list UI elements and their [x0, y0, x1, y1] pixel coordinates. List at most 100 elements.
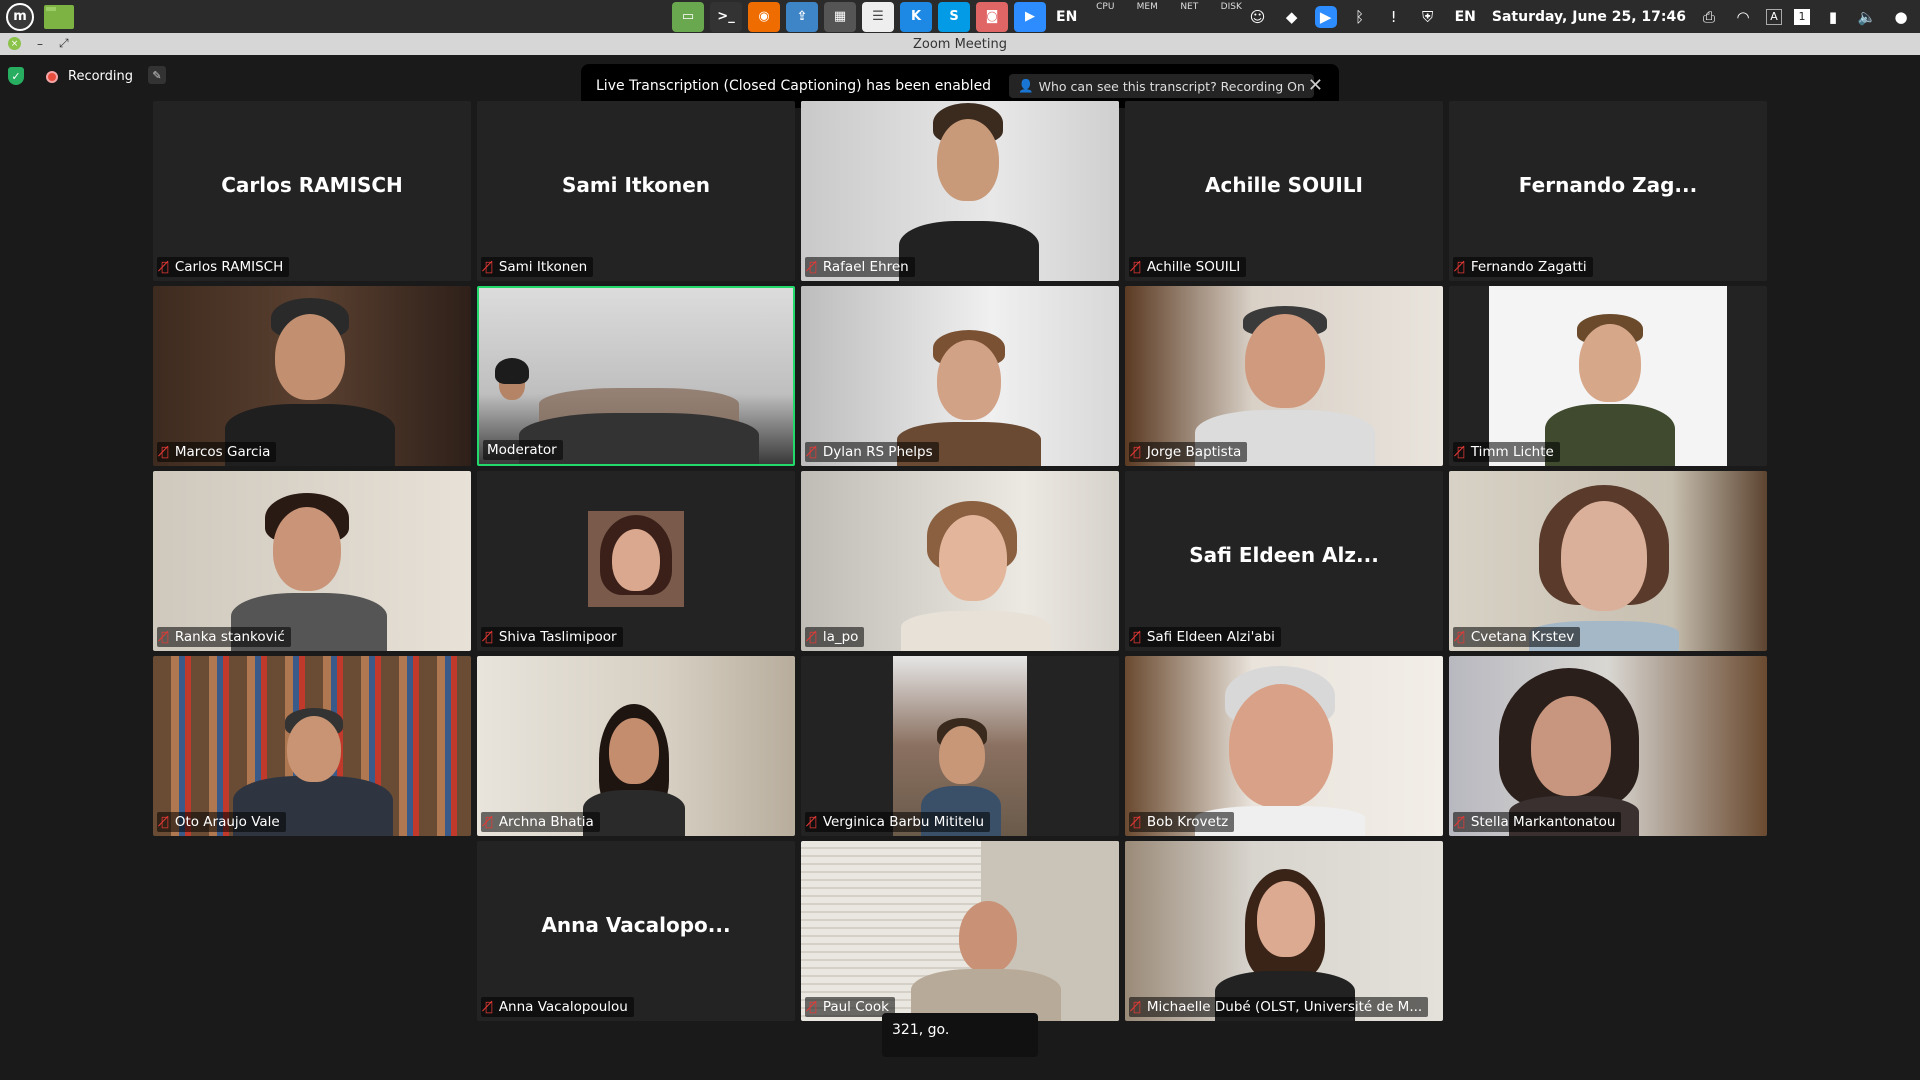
mic-muted-icon: 🎙̸: [161, 444, 169, 460]
participant-name: Safi Eldeen Alzi'abi: [1146, 629, 1275, 645]
maximize-window-button[interactable]: ⤢: [59, 36, 69, 51]
mic-muted-icon: 🎙̸: [161, 629, 169, 645]
participant-tile[interactable]: 🎙̸ Stella Markantonatou: [1449, 656, 1767, 836]
skype-icon[interactable]: S: [938, 1, 970, 32]
show-desktop-icon[interactable]: [44, 4, 74, 29]
participant-name: Paul Cook: [822, 999, 889, 1015]
participant-label: Moderator: [483, 440, 563, 460]
participant-tile[interactable]: 🎙̸ Jorge Baptista: [1125, 286, 1443, 466]
participant-tile[interactable]: Fernando Zag... 🎙̸ Fernando Zagatti: [1449, 101, 1767, 281]
participant-tile[interactable]: Anna Vacalopo... 🎙̸ Anna Vacalopoulou: [477, 841, 795, 1021]
participant-tile[interactable]: Carlos RAMISCH 🎙̸ Carlos RAMISCH: [153, 101, 471, 281]
participant-tile[interactable]: Sami Itkonen 🎙̸ Sami Itkonen: [477, 101, 795, 281]
terminal-icon[interactable]: >_: [710, 1, 742, 32]
wifi-icon[interactable]: ◠: [1732, 6, 1754, 28]
participant-video: [801, 286, 1119, 466]
keyboard-layout-2[interactable]: EN: [1451, 9, 1480, 25]
printer-icon[interactable]: ⎙: [1698, 6, 1720, 28]
shield-update-icon[interactable]: ⛨: [1417, 6, 1439, 28]
net-monitor: NET: [1171, 2, 1207, 32]
participant-tile[interactable]: 🎙̸ Cvetana Krstev: [1449, 471, 1767, 651]
mic-muted-icon: 🎙̸: [161, 259, 169, 275]
files-icon[interactable]: ▭: [672, 1, 704, 32]
net-label: NET: [1180, 1, 1199, 12]
settings-icon[interactable]: ☰: [862, 1, 894, 32]
transcript-visibility-button[interactable]: 👤 Who can see this transcript? Recording…: [1009, 74, 1314, 98]
mic-muted-icon: 🎙̸: [485, 999, 493, 1015]
participant-label: 🎙̸ Carlos RAMISCH: [157, 257, 290, 277]
mic-muted-icon: 🎙̸: [485, 629, 493, 645]
participant-video: [1489, 286, 1727, 466]
participant-tile[interactable]: Safi Eldeen Alz... 🎙̸ Safi Eldeen Alzi'ab…: [1125, 471, 1443, 651]
participant-name: Michaelle Dubé (OLST, Université de M...: [1146, 999, 1423, 1015]
mic-muted-icon: 🎙̸: [1457, 629, 1465, 645]
caption-text: 321, go.: [892, 1022, 950, 1038]
minimize-window-button[interactable]: –: [37, 37, 43, 51]
user-icon[interactable]: ●: [1890, 6, 1912, 28]
participant-tile[interactable]: Achille SOUILI 🎙̸ Achille SOUILI: [1125, 101, 1443, 281]
participant-label: 🎙̸ Dylan RS Phelps: [805, 442, 939, 462]
participant-tile[interactable]: 🎙̸ Verginica Barbu Mititelu: [801, 656, 1119, 836]
participant-label: 🎙̸ Archna Bhatia: [481, 812, 600, 832]
clipboard-icon[interactable]: !: [1383, 6, 1405, 28]
mic-muted-icon: 🎙̸: [485, 814, 493, 830]
recording-label: Recording: [68, 69, 134, 84]
participant-tile[interactable]: 🎙̸ Dylan RS Phelps: [801, 286, 1119, 466]
participant-tile-active-speaker[interactable]: Moderator: [477, 286, 795, 466]
mem-monitor: MEM: [1129, 2, 1165, 32]
participant-label: 🎙̸ Fernando Zagatti: [1453, 257, 1593, 277]
window-titlebar[interactable]: × – ⤢ Zoom Meeting: [0, 33, 1920, 55]
participant-tile[interactable]: 🎙̸ Shiva Taslimipoor: [477, 471, 795, 651]
participant-name: Oto Araujo Vale: [174, 814, 280, 830]
zoom-tray-icon[interactable]: ▶: [1314, 5, 1337, 28]
workspace-indicator[interactable]: 1: [1794, 8, 1810, 25]
live-caption: 321, go.: [882, 1013, 1038, 1057]
dropbox-icon[interactable]: ◆: [1281, 6, 1303, 28]
participant-tile[interactable]: 🎙̸ Archna Bhatia: [477, 656, 795, 836]
keyboard-layout[interactable]: EN: [1052, 9, 1081, 25]
security-shield-icon[interactable]: ✓: [8, 67, 24, 85]
mic-reaction-icon[interactable]: ✎: [148, 66, 166, 84]
mint-menu-icon[interactable]: m: [6, 2, 34, 31]
firefox-icon[interactable]: ◉: [748, 1, 780, 32]
participant-tile[interactable]: 🎙̸ Rafael Ehren: [801, 101, 1119, 281]
participant-video: [801, 101, 1119, 281]
participant-tile[interactable]: 🎙̸ Ranka stanković: [153, 471, 471, 651]
participant-tile[interactable]: 🎙̸ Paul Cook: [801, 841, 1119, 1021]
participant-name: Archna Bhatia: [498, 814, 594, 830]
upload-icon[interactable]: ⇪: [786, 1, 818, 32]
participant-tile[interactable]: 🎙̸ Michaelle Dubé (OLST, Université de M.…: [1125, 841, 1443, 1021]
participant-label: 🎙̸ Bob Krovetz: [1129, 812, 1235, 832]
mic-app-icon[interactable]: ◙: [976, 1, 1008, 32]
participant-tile[interactable]: 🎙̸ Timm Lichte: [1449, 286, 1767, 466]
keyboard-icon[interactable]: A: [1766, 8, 1782, 25]
volume-muted-icon[interactable]: 🔈: [1856, 6, 1878, 28]
participant-tile[interactable]: 🎙̸ Oto Araujo Vale: [153, 656, 471, 836]
participant-tile[interactable]: 🎙̸ la_po: [801, 471, 1119, 651]
bluetooth-icon[interactable]: ᛒ: [1349, 6, 1371, 28]
zoom-icon[interactable]: ▶: [1014, 1, 1046, 32]
discord-icon[interactable]: ☺: [1247, 6, 1269, 28]
recording-indicator[interactable]: Recording: [46, 69, 133, 84]
participant-name: Bob Krovetz: [1146, 814, 1229, 830]
participant-label: 🎙̸ Anna Vacalopoulou: [481, 997, 634, 1017]
participant-video: [153, 471, 471, 651]
mic-muted-icon: 🎙̸: [1133, 814, 1141, 830]
clock[interactable]: Saturday, June 25, 17:46: [1492, 9, 1686, 25]
calculator-icon[interactable]: ▦: [824, 1, 856, 32]
k-app-icon[interactable]: K: [900, 1, 932, 32]
participant-tile[interactable]: 🎙̸ Marcos Garcia: [153, 286, 471, 466]
participant-display-name: Fernando Zag...: [1518, 173, 1698, 197]
cpu-monitor: CPU: [1087, 2, 1123, 32]
participant-tile[interactable]: 🎙̸ Bob Krovetz: [1125, 656, 1443, 836]
close-window-button[interactable]: ×: [8, 37, 21, 50]
panel-left: m: [0, 2, 74, 31]
participant-label: 🎙̸ Jorge Baptista: [1129, 442, 1248, 462]
participant-label: 🎙̸ la_po: [805, 627, 865, 647]
participant-label: 🎙̸ Safi Eldeen Alzi'abi: [1129, 627, 1281, 647]
close-banner-icon[interactable]: ✕: [1308, 75, 1323, 96]
banner-message: Live Transcription (Closed Captioning) h…: [596, 78, 992, 94]
battery-icon[interactable]: ▮: [1822, 6, 1844, 28]
participant-name: Jorge Baptista: [1146, 444, 1242, 460]
participant-label: 🎙̸ Michaelle Dubé (OLST, Université de M.…: [1129, 997, 1429, 1017]
